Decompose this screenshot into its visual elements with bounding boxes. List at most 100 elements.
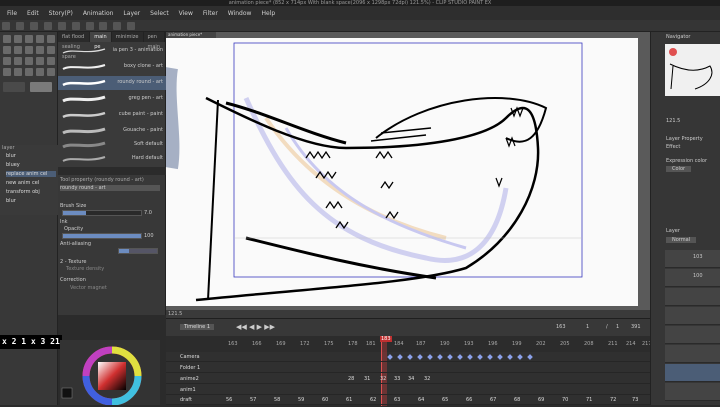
keyframe-icon[interactable]: [497, 354, 503, 360]
eraser-tool-icon[interactable]: [47, 46, 55, 54]
cell-label[interactable]: 67: [490, 397, 496, 403]
airbrush-tool-icon[interactable]: [36, 46, 44, 54]
cell-label[interactable]: 60: [322, 397, 328, 403]
brush-item-selected[interactable]: roundy round - art: [58, 76, 166, 90]
cell-label[interactable]: 70: [562, 397, 568, 403]
frame-end[interactable]: 391: [631, 324, 641, 330]
cell-label[interactable]: 58: [274, 397, 280, 403]
list-item[interactable]: transform obj: [6, 189, 40, 195]
cell-label[interactable]: 28: [348, 376, 354, 382]
cell-label[interactable]: 56: [226, 397, 232, 403]
main-color-swatch[interactable]: [3, 82, 25, 92]
auto-select-tool-icon[interactable]: [36, 35, 44, 43]
pencil-tool-icon[interactable]: [14, 46, 22, 54]
timeline-track[interactable]: anim1: [166, 385, 650, 395]
tab-pen-main[interactable]: pen main: [144, 32, 165, 50]
cell-label[interactable]: 68: [514, 397, 520, 403]
keyframe-icon[interactable]: [417, 354, 423, 360]
layer-row[interactable]: [665, 345, 720, 363]
menu-layer[interactable]: Layer: [118, 10, 145, 17]
menu-file[interactable]: File: [2, 10, 22, 17]
list-item[interactable]: new anim cel: [6, 180, 39, 186]
new-file-icon[interactable]: [2, 22, 10, 30]
navigator-zoom[interactable]: 121.5: [666, 118, 680, 124]
drawing-canvas[interactable]: [162, 38, 638, 306]
timeline-track[interactable]: anime2 28 31 32 33 34 32: [166, 374, 650, 384]
layer-row[interactable]: [665, 383, 720, 401]
rotate-tool-icon[interactable]: [36, 68, 44, 76]
keyframe-icon[interactable]: [397, 354, 403, 360]
menu-animation[interactable]: Animation: [78, 10, 119, 17]
brush-item[interactable]: ia pen 3 - animation: [58, 44, 166, 58]
cell-label[interactable]: 33: [394, 376, 400, 382]
keyframe-icon[interactable]: [467, 354, 473, 360]
color-wheel-icon[interactable]: [60, 340, 160, 406]
hand-tool-icon[interactable]: [25, 68, 33, 76]
keyframe-icon[interactable]: [527, 354, 533, 360]
list-item[interactable]: blur: [6, 153, 16, 159]
menu-story[interactable]: Story(P): [44, 10, 78, 17]
menu-view[interactable]: View: [174, 10, 198, 17]
keyframe-icon[interactable]: [407, 354, 413, 360]
move-tool-icon[interactable]: [14, 35, 22, 43]
list-item[interactable]: replace anim cel: [6, 171, 56, 177]
correct-line-tool-icon[interactable]: [14, 68, 22, 76]
redo-icon[interactable]: [57, 22, 66, 30]
keyframe-icon[interactable]: [507, 354, 513, 360]
keyframe-icon[interactable]: [447, 354, 453, 360]
play-controls-icon[interactable]: ◀◀ ◀ ▶ ▶▶: [236, 323, 275, 331]
gradient-tool-icon[interactable]: [14, 57, 22, 65]
cell-label[interactable]: 69: [538, 397, 544, 403]
brush-size-slider[interactable]: [62, 210, 142, 216]
brush-item[interactable]: boxy clone - art: [58, 60, 166, 74]
timeline-track[interactable]: draft 56 57 58 59 60 61 62 63 64 65 66 6…: [166, 395, 650, 405]
timeline-selector[interactable]: Timeline 1: [180, 324, 215, 330]
zoom-tool-icon[interactable]: [3, 35, 11, 43]
brush-item[interactable]: Soft default: [58, 138, 166, 152]
layer-row[interactable]: [665, 326, 720, 344]
save-icon[interactable]: [29, 22, 38, 30]
fill-tool-icon[interactable]: [3, 57, 11, 65]
cell-label[interactable]: 65: [442, 397, 448, 403]
brush-tool-icon[interactable]: [25, 46, 33, 54]
text-tool-icon[interactable]: [36, 57, 44, 65]
layer-row[interactable]: [665, 288, 720, 306]
keyframe-icon[interactable]: [487, 354, 493, 360]
frame-start[interactable]: 163: [556, 324, 566, 330]
invert-selection-icon[interactable]: [113, 22, 122, 30]
tab-minimize[interactable]: minimize: [112, 32, 144, 42]
cell-label[interactable]: 64: [418, 397, 424, 403]
blend-mode-select[interactable]: Normal: [666, 237, 697, 243]
cell-label[interactable]: 63: [394, 397, 400, 403]
eyedropper-tool-icon[interactable]: [47, 35, 55, 43]
tab-flat-flood[interactable]: flat flood sealing spare: [58, 32, 91, 60]
clear-icon[interactable]: [71, 22, 80, 30]
list-item[interactable]: blur: [6, 198, 16, 204]
menu-edit[interactable]: Edit: [22, 10, 44, 17]
operation-tool-icon[interactable]: [47, 68, 55, 76]
cell-label[interactable]: 57: [250, 397, 256, 403]
menu-help[interactable]: Help: [256, 10, 280, 17]
frame-rate[interactable]: 1: [586, 324, 589, 330]
keyframe-icon[interactable]: [387, 354, 393, 360]
cell-label[interactable]: 71: [586, 397, 592, 403]
cell-label[interactable]: 32: [424, 376, 430, 382]
antialias-selector[interactable]: [118, 248, 158, 254]
frame-step[interactable]: 1: [616, 324, 619, 330]
expression-color-select[interactable]: Color: [666, 166, 692, 172]
layer-row[interactable]: [665, 307, 720, 325]
layer-row[interactable]: 103: [665, 250, 720, 268]
brush-item[interactable]: greg pen - art: [58, 92, 166, 106]
keyframe-icon[interactable]: [517, 354, 523, 360]
keyframe-icon[interactable]: [427, 354, 433, 360]
timeline-track[interactable]: Folder 1: [166, 363, 650, 373]
tab-main-pe[interactable]: main pe: [90, 32, 112, 50]
brush-item[interactable]: Gouache - paint: [58, 124, 166, 138]
cell-label[interactable]: 73: [632, 397, 638, 403]
menu-select[interactable]: Select: [145, 10, 174, 17]
ruler-tool-icon[interactable]: [47, 57, 55, 65]
brush-item[interactable]: Hard default: [58, 152, 166, 166]
deselect-icon[interactable]: [99, 22, 108, 30]
navigator-preview[interactable]: [665, 44, 720, 96]
sub-color-swatch[interactable]: [30, 82, 52, 92]
